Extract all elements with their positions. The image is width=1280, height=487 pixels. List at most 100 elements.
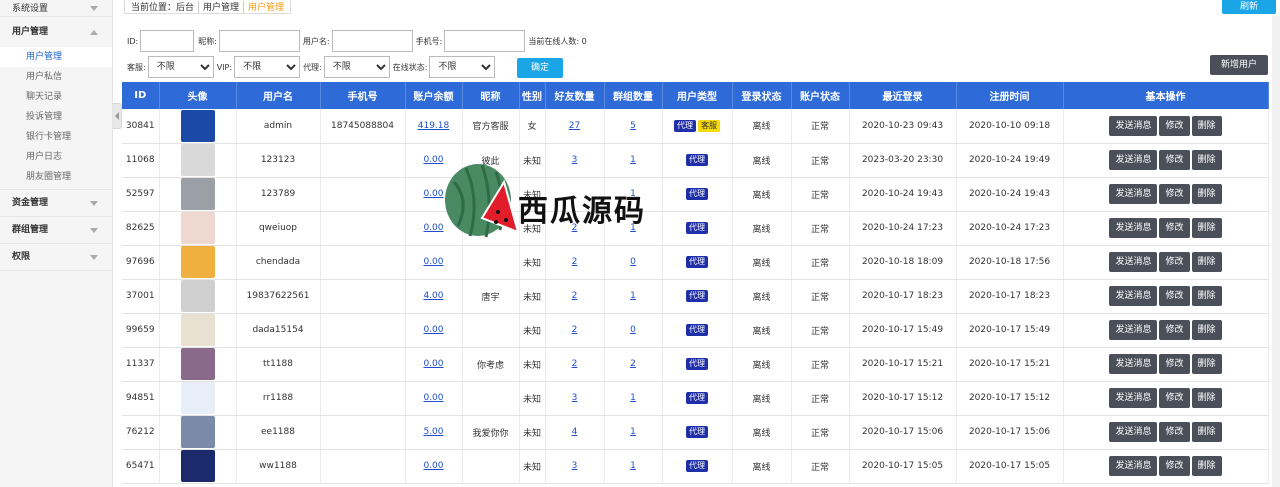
cell-balance-link[interactable]: 0.00 bbox=[405, 211, 463, 246]
cell-groups-link[interactable]: 1 bbox=[604, 143, 663, 178]
cell-friends-link[interactable]: 2 bbox=[545, 279, 605, 314]
sidebar-item-bank-cards[interactable]: 银行卡管理 bbox=[0, 127, 112, 147]
cell-balance-link[interactable]: 0.00 bbox=[405, 313, 463, 348]
sidebar-item-complaints[interactable]: 投诉管理 bbox=[0, 107, 112, 127]
cell-groups-link[interactable]: 5 bbox=[604, 109, 663, 144]
edit-button[interactable]: 修改 bbox=[1159, 456, 1190, 476]
edit-button[interactable]: 修改 bbox=[1159, 388, 1190, 408]
send-message-button[interactable]: 发送消息 bbox=[1109, 150, 1158, 170]
phone-input[interactable] bbox=[444, 30, 526, 52]
send-message-button[interactable]: 发送消息 bbox=[1109, 388, 1158, 408]
scrollbar[interactable] bbox=[1272, 16, 1280, 487]
cell-groups-link[interactable]: 1 bbox=[604, 415, 663, 450]
send-message-button[interactable]: 发送消息 bbox=[1109, 184, 1158, 204]
edit-button[interactable]: 修改 bbox=[1159, 354, 1190, 374]
column-header: 基本操作 bbox=[1063, 82, 1269, 109]
cell-friends-link[interactable]: 3 bbox=[545, 381, 605, 416]
cell-username: ee1188 bbox=[236, 415, 321, 450]
cell-groups-link[interactable]: 1 bbox=[604, 381, 663, 416]
edit-button[interactable]: 修改 bbox=[1159, 320, 1190, 340]
delete-button[interactable]: 删除 bbox=[1191, 150, 1222, 170]
cell-friends-link[interactable]: 2 bbox=[545, 347, 605, 382]
cell-balance-link[interactable]: 419.18 bbox=[405, 109, 463, 144]
sidebar-group-funds[interactable]: 资金管理 bbox=[0, 190, 112, 217]
cell-login-status: 离线 bbox=[732, 347, 792, 382]
cell-balance-link[interactable]: 0.00 bbox=[405, 347, 463, 382]
add-user-button[interactable]: 新增用户 bbox=[1210, 55, 1268, 75]
delete-button[interactable]: 删除 bbox=[1191, 422, 1222, 442]
cell-balance-link[interactable]: 4.00 bbox=[405, 279, 463, 314]
delete-button[interactable]: 删除 bbox=[1191, 286, 1222, 306]
cell-groups-link[interactable]: 0 bbox=[604, 245, 663, 280]
send-message-button[interactable]: 发送消息 bbox=[1109, 354, 1158, 374]
sidebar-item-private-messages[interactable]: 用户私信 bbox=[0, 67, 112, 87]
edit-button[interactable]: 修改 bbox=[1159, 422, 1190, 442]
cell-username: qweiuop bbox=[236, 211, 321, 246]
cell-friends-link[interactable]: 4 bbox=[545, 415, 605, 450]
cell-balance-link[interactable]: 5.00 bbox=[405, 415, 463, 450]
confirm-button[interactable]: 确定 bbox=[517, 58, 563, 78]
edit-button[interactable]: 修改 bbox=[1159, 184, 1190, 204]
vip-select[interactable]: 不限 bbox=[234, 56, 301, 78]
cell-phone bbox=[320, 279, 406, 314]
online-status-select[interactable]: 不限 bbox=[429, 56, 496, 78]
refresh-button[interactable]: 刷新 bbox=[1222, 0, 1276, 14]
cell-groups-link[interactable]: 1 bbox=[604, 279, 663, 314]
avatar bbox=[180, 382, 215, 414]
cell-friends-link[interactable]: 3 bbox=[545, 143, 605, 178]
send-message-button[interactable]: 发送消息 bbox=[1109, 218, 1158, 238]
send-message-button[interactable]: 发送消息 bbox=[1109, 456, 1158, 476]
edit-button[interactable]: 修改 bbox=[1159, 218, 1190, 238]
cell-friends-link[interactable]: 2 bbox=[545, 245, 605, 280]
sidebar-collapse-handle[interactable] bbox=[113, 103, 122, 129]
cell-groups-link[interactable]: 0 bbox=[604, 313, 663, 348]
service-select[interactable]: 不限 bbox=[147, 56, 214, 78]
cell-avatar bbox=[159, 449, 237, 484]
cell-actions: 发送消息 修改 删除 bbox=[1063, 177, 1269, 212]
cell-balance-link[interactable]: 0.00 bbox=[405, 381, 463, 416]
edit-button[interactable]: 修改 bbox=[1159, 150, 1190, 170]
delete-button[interactable]: 删除 bbox=[1191, 184, 1222, 204]
agent-select[interactable]: 不限 bbox=[323, 56, 390, 78]
cell-friends-link[interactable]: 27 bbox=[545, 109, 605, 144]
sidebar-item-chat-records[interactable]: 聊天记录 bbox=[0, 87, 112, 107]
cell-balance-link[interactable]: 0.00 bbox=[405, 177, 463, 212]
sidebar-group-groups[interactable]: 群组管理 bbox=[0, 217, 112, 244]
delete-button[interactable]: 删除 bbox=[1191, 354, 1222, 374]
cell-login-status: 离线 bbox=[732, 245, 792, 280]
cell-phone: 18745088804 bbox=[320, 109, 406, 144]
sidebar-item-moments[interactable]: 朋友圈管理 bbox=[0, 167, 112, 187]
username-input[interactable] bbox=[331, 30, 413, 52]
delete-button[interactable]: 删除 bbox=[1191, 115, 1222, 136]
cell-friends-link[interactable]: 2 bbox=[545, 313, 605, 348]
sidebar-item-user-logs[interactable]: 用户日志 bbox=[0, 147, 112, 167]
cell-friends-link[interactable]: 3 bbox=[545, 449, 605, 484]
edit-button[interactable]: 修改 bbox=[1159, 286, 1190, 306]
delete-button[interactable]: 删除 bbox=[1191, 218, 1222, 238]
breadcrumb-parent[interactable]: 用户管理 bbox=[199, 0, 243, 13]
sidebar-group-system-settings[interactable]: 系统设置 bbox=[0, 0, 112, 17]
delete-button[interactable]: 删除 bbox=[1191, 320, 1222, 340]
cell-groups-link[interactable]: 1 bbox=[604, 449, 663, 484]
delete-button[interactable]: 删除 bbox=[1191, 252, 1222, 272]
send-message-button[interactable]: 发送消息 bbox=[1109, 286, 1158, 306]
cell-id: 82625 bbox=[122, 211, 160, 246]
edit-button[interactable]: 修改 bbox=[1159, 252, 1190, 272]
id-input[interactable] bbox=[140, 30, 195, 52]
send-message-button[interactable]: 发送消息 bbox=[1109, 252, 1158, 272]
sidebar-item-user-management[interactable]: 用户管理 bbox=[0, 47, 112, 67]
cell-balance-link[interactable]: 0.00 bbox=[405, 449, 463, 484]
delete-button[interactable]: 删除 bbox=[1191, 456, 1222, 476]
cell-balance-link[interactable]: 0.00 bbox=[405, 245, 463, 280]
sidebar-group-permissions[interactable]: 权限 bbox=[0, 244, 112, 271]
cell-balance-link[interactable]: 0.00 bbox=[405, 143, 463, 178]
nickname-input[interactable] bbox=[218, 30, 300, 52]
cell-groups-link[interactable]: 2 bbox=[604, 347, 663, 382]
send-message-button[interactable]: 发送消息 bbox=[1109, 422, 1158, 442]
send-message-button[interactable]: 发送消息 bbox=[1109, 115, 1158, 136]
send-message-button[interactable]: 发送消息 bbox=[1109, 320, 1158, 340]
breadcrumb-home[interactable]: 后台 bbox=[176, 0, 198, 13]
sidebar-group-user-management[interactable]: 用户管理 bbox=[0, 17, 112, 47]
edit-button[interactable]: 修改 bbox=[1159, 115, 1190, 136]
delete-button[interactable]: 删除 bbox=[1191, 388, 1222, 408]
